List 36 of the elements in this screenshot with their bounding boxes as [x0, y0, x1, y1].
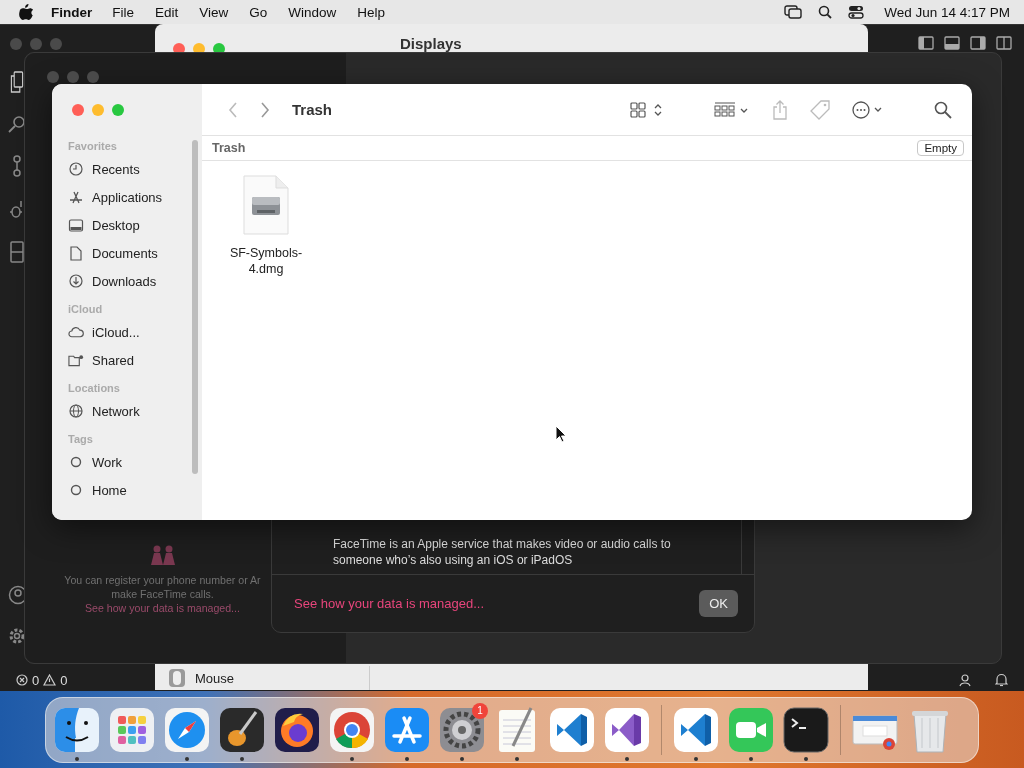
- sidebar-item[interactable]: Network: [68, 397, 178, 425]
- sidebar-item[interactable]: Shared: [68, 346, 178, 374]
- window-title: Trash: [292, 101, 333, 118]
- sidebar-item[interactable]: Documents: [68, 239, 178, 267]
- warning-count[interactable]: 0: [60, 672, 68, 688]
- menu-app-name[interactable]: Finder: [51, 4, 93, 20]
- sidebar-item[interactable]: Recents: [68, 155, 178, 183]
- sidebar-item[interactable]: Applications: [68, 183, 178, 211]
- sidebar-item[interactable]: iCloud...: [68, 318, 178, 346]
- error-count[interactable]: 0: [32, 672, 40, 688]
- file-name[interactable]: SF-Symbols-4.dmg: [220, 245, 312, 277]
- sidebar-item[interactable]: Work: [68, 448, 178, 476]
- menu-item[interactable]: Window: [288, 4, 337, 20]
- empty-button[interactable]: Empty: [917, 140, 964, 156]
- data-link[interactable]: See how your data is managed...: [294, 596, 485, 611]
- location-label: Trash: [212, 141, 246, 155]
- window-title: Displays: [400, 35, 462, 52]
- panel-text: make FaceTime calls.: [111, 587, 214, 601]
- menu-clock[interactable]: Wed Jun 14 4:17 PM: [884, 4, 1010, 20]
- notification-badge: 1: [472, 703, 488, 719]
- menu-item[interactable]: View: [199, 4, 229, 20]
- sidebar-heading: Favorites: [68, 140, 118, 152]
- sidebar-item[interactable]: Desktop: [68, 211, 178, 239]
- sidebar-item[interactable]: Downloads: [68, 267, 178, 295]
- menu-item[interactable]: File: [112, 4, 135, 20]
- sidebar-heading: Locations: [68, 382, 121, 394]
- sidebar-item[interactable]: Mouse: [169, 666, 370, 690]
- menu-item[interactable]: Help: [357, 4, 386, 20]
- menu-item[interactable]: Edit: [155, 4, 179, 20]
- panel-text: You can register your phone number or Ar: [64, 573, 261, 587]
- sidebar-item[interactable]: Home: [68, 476, 178, 504]
- menu-item[interactable]: Go: [249, 4, 268, 20]
- sidebar-heading: Tags: [68, 433, 94, 445]
- dialog-text: FaceTime is an Apple service that makes video or audio calls to someone who’s also using an iOS or iPadOS: [333, 536, 672, 568]
- ok-button[interactable]: OK: [699, 590, 738, 617]
- sidebar-heading: iCloud: [68, 303, 104, 315]
